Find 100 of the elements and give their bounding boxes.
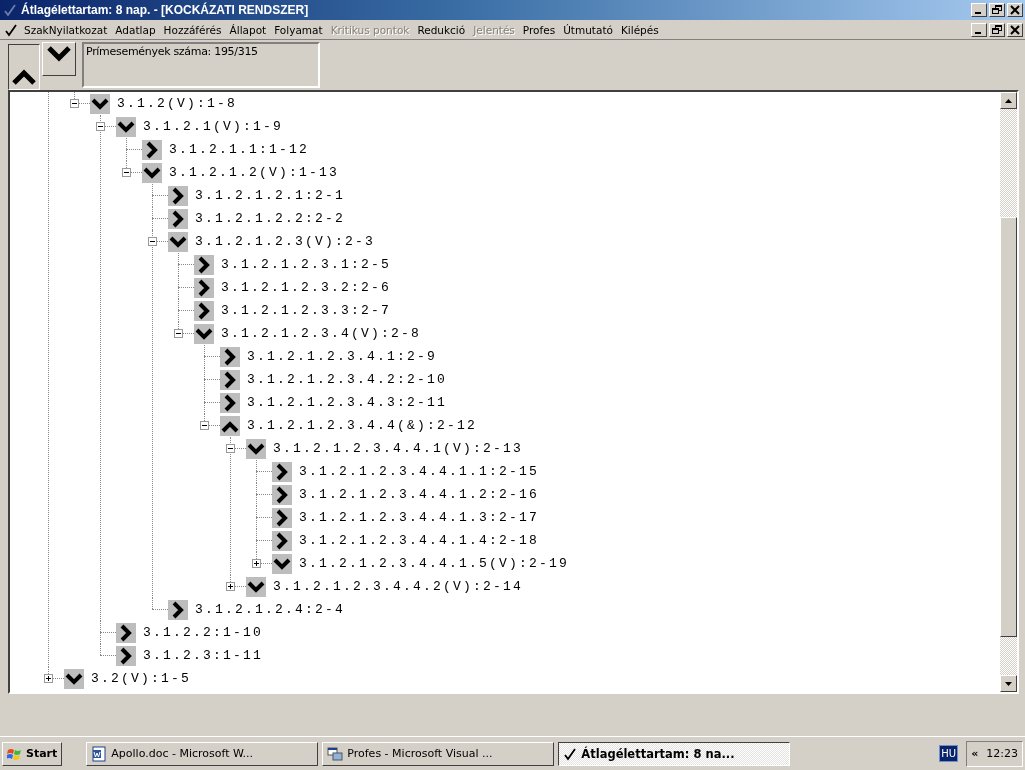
windows-icon bbox=[327, 745, 344, 762]
tree-node-label[interactable]: 3.1.2(V):1-8 bbox=[117, 96, 237, 111]
tree-node-label[interactable]: 3.1.2.3:1-11 bbox=[143, 648, 263, 663]
tree-node-label[interactable]: 3.1.2.1.2.3.4(V):2-8 bbox=[221, 326, 422, 341]
tree-node-label[interactable]: 3.1.2.1.2.3.1:2-5 bbox=[221, 257, 392, 272]
chevron-right-icon bbox=[272, 530, 292, 551]
chevron-right-icon bbox=[168, 185, 188, 206]
flag-icon bbox=[7, 746, 23, 761]
chevron-right-icon bbox=[220, 392, 240, 413]
menu-item[interactable]: Útmutató bbox=[559, 23, 617, 36]
tree-node-label[interactable]: 3.2(V):1-5 bbox=[91, 671, 191, 686]
collapse-icon[interactable] bbox=[200, 421, 209, 430]
menu-item[interactable]: Folyamat bbox=[270, 23, 327, 36]
expand-icon[interactable] bbox=[44, 674, 53, 683]
check-icon bbox=[3, 3, 17, 17]
collapse-icon[interactable] bbox=[96, 122, 105, 131]
menu-item[interactable]: Profes bbox=[518, 23, 560, 36]
expand-icon[interactable] bbox=[226, 582, 235, 591]
chevron-right-icon bbox=[168, 599, 188, 620]
window-title: Átlagélettartam: 8 nap. - [KOCKÁZATI RENDSZER] bbox=[21, 3, 309, 17]
menu-item[interactable]: Redukció bbox=[413, 23, 470, 36]
tree-node-label[interactable]: 3.1.2.1(V):1-9 bbox=[143, 119, 284, 134]
tree-node-label[interactable]: 3.1.2.1.2.3.4.4(&):2-12 bbox=[247, 418, 478, 433]
chevron-right-icon bbox=[194, 254, 214, 275]
menu-item[interactable]: Kilépés bbox=[616, 23, 663, 36]
scrollbar[interactable] bbox=[1000, 92, 1017, 692]
language-indicator[interactable]: HU bbox=[939, 745, 959, 762]
scroll-up-icon[interactable] bbox=[1000, 92, 1017, 109]
clock: 12:23 bbox=[986, 747, 1018, 760]
scroll-down-icon[interactable] bbox=[1000, 675, 1017, 692]
chevron-down-icon bbox=[168, 231, 188, 252]
tree-node-label[interactable]: 3.1.2.1.2.3.4.4.1.5(V):2-19 bbox=[299, 556, 570, 571]
collapse-icon[interactable] bbox=[122, 168, 131, 177]
taskbar-button[interactable]: Apollo.doc - Microsoft W... bbox=[86, 741, 319, 766]
chevron-right-icon bbox=[194, 300, 214, 321]
document-icon bbox=[91, 745, 108, 762]
tree-node-label[interactable]: 3.1.2.1.2.3.4.4.1.3:2-17 bbox=[299, 510, 540, 525]
chevron-up-icon bbox=[220, 415, 240, 436]
chevron-down-icon bbox=[246, 576, 266, 597]
tree-node-label[interactable]: 3.1.2.1.2.3.4.4.1.1:2-15 bbox=[299, 464, 540, 479]
chevron-right-icon bbox=[142, 139, 162, 160]
menu-item[interactable]: Hozzáférés bbox=[159, 23, 226, 36]
event-counter: Prímesemények száma: 195/315 bbox=[82, 42, 320, 88]
minimize-icon[interactable] bbox=[971, 22, 987, 37]
tree-node-label[interactable]: 3.1.2.1.2.3.4.4.1.2:2-16 bbox=[299, 487, 540, 502]
tree-node-label[interactable]: 3.1.2.1.2.1:2-1 bbox=[195, 188, 346, 203]
chevron-down-icon bbox=[194, 323, 214, 344]
chevron-right-icon bbox=[220, 346, 240, 367]
chevron-down-icon bbox=[246, 438, 266, 459]
close-icon[interactable] bbox=[1007, 22, 1023, 37]
move-up-button[interactable] bbox=[8, 44, 40, 90]
tree-node-label[interactable]: 3.1.2.1.2.2:2-2 bbox=[195, 211, 346, 226]
chevron-down-icon bbox=[116, 116, 136, 137]
chevron-down-icon bbox=[90, 93, 110, 114]
restore-icon[interactable] bbox=[989, 22, 1005, 37]
chevron-down-icon bbox=[142, 162, 162, 183]
tree-node-label[interactable]: 3.1.2.1.2.3.4.1:2-9 bbox=[247, 349, 438, 364]
tree-node-label[interactable]: 3.1.2.1.2.3.4.4.1(V):2-13 bbox=[273, 441, 524, 456]
chevron-right-icon bbox=[272, 507, 292, 528]
check-icon bbox=[4, 22, 18, 37]
close-icon[interactable] bbox=[1007, 3, 1023, 17]
tree-node-label[interactable]: 3.1.2.1.2.3.4.2:2-10 bbox=[247, 372, 448, 387]
minimize-icon[interactable] bbox=[971, 3, 987, 17]
chevron-right-icon bbox=[272, 484, 292, 505]
chevron-right-icon bbox=[220, 369, 240, 390]
chevron-right-icon bbox=[116, 622, 136, 643]
chevron-right-icon bbox=[116, 645, 136, 666]
tray-expand-icon[interactable]: « bbox=[971, 747, 979, 760]
menu-item[interactable]: SzakNyilatkozat bbox=[20, 23, 112, 36]
tree-node-label[interactable]: 3.1.2.1.2.3.4.4.1.4:2-18 bbox=[299, 533, 540, 548]
menu-item[interactable]: Állapot bbox=[225, 23, 271, 36]
collapse-icon[interactable] bbox=[70, 99, 79, 108]
tree-node-label[interactable]: 3.1.2.1.2.3.2:2-6 bbox=[221, 280, 392, 295]
chevron-down-icon bbox=[272, 553, 292, 574]
chevron-right-icon bbox=[168, 208, 188, 229]
chevron-down-icon bbox=[46, 45, 72, 63]
tree-node-label[interactable]: 3.1.2.1.2.3.4.4.2(V):2-14 bbox=[273, 579, 524, 594]
check-icon bbox=[563, 746, 578, 761]
move-down-button[interactable] bbox=[42, 42, 76, 76]
chevron-down-icon bbox=[64, 668, 84, 689]
taskbar-button[interactable]: Átlagélettartam: 8 na... bbox=[558, 741, 791, 766]
expand-icon[interactable] bbox=[252, 559, 261, 568]
tree-node-label[interactable]: 3.1.2.1.2.3.3:2-7 bbox=[221, 303, 392, 318]
chevron-right-icon bbox=[272, 461, 292, 482]
restore-icon[interactable] bbox=[989, 3, 1005, 17]
tree-node-label[interactable]: 3.1.2.1.2(V):1-13 bbox=[169, 165, 340, 180]
tree-node-label[interactable]: 3.1.2.1.2.3.4.3:2-11 bbox=[247, 395, 448, 410]
scrollbar-thumb[interactable] bbox=[1000, 217, 1017, 637]
start-button[interactable]: Start bbox=[2, 741, 63, 766]
tree-node-label[interactable]: 3.1.2.1.2.3(V):2-3 bbox=[195, 234, 376, 249]
collapse-icon[interactable] bbox=[174, 329, 183, 338]
chevron-right-icon bbox=[194, 277, 214, 298]
tree-node-label[interactable]: 3.1.2.1.2.4:2-4 bbox=[195, 602, 346, 617]
menu-item[interactable]: Adatlap bbox=[111, 23, 160, 36]
tree-node-label[interactable]: 3.1.2.2:1-10 bbox=[143, 625, 263, 640]
collapse-icon[interactable] bbox=[148, 237, 157, 246]
tree-node-label[interactable]: 3.1.2.1.1:1-12 bbox=[169, 142, 310, 157]
chevron-up-icon bbox=[11, 69, 37, 85]
collapse-icon[interactable] bbox=[226, 444, 235, 453]
taskbar-button[interactable]: Profes - Microsoft Visual ... bbox=[322, 741, 555, 766]
